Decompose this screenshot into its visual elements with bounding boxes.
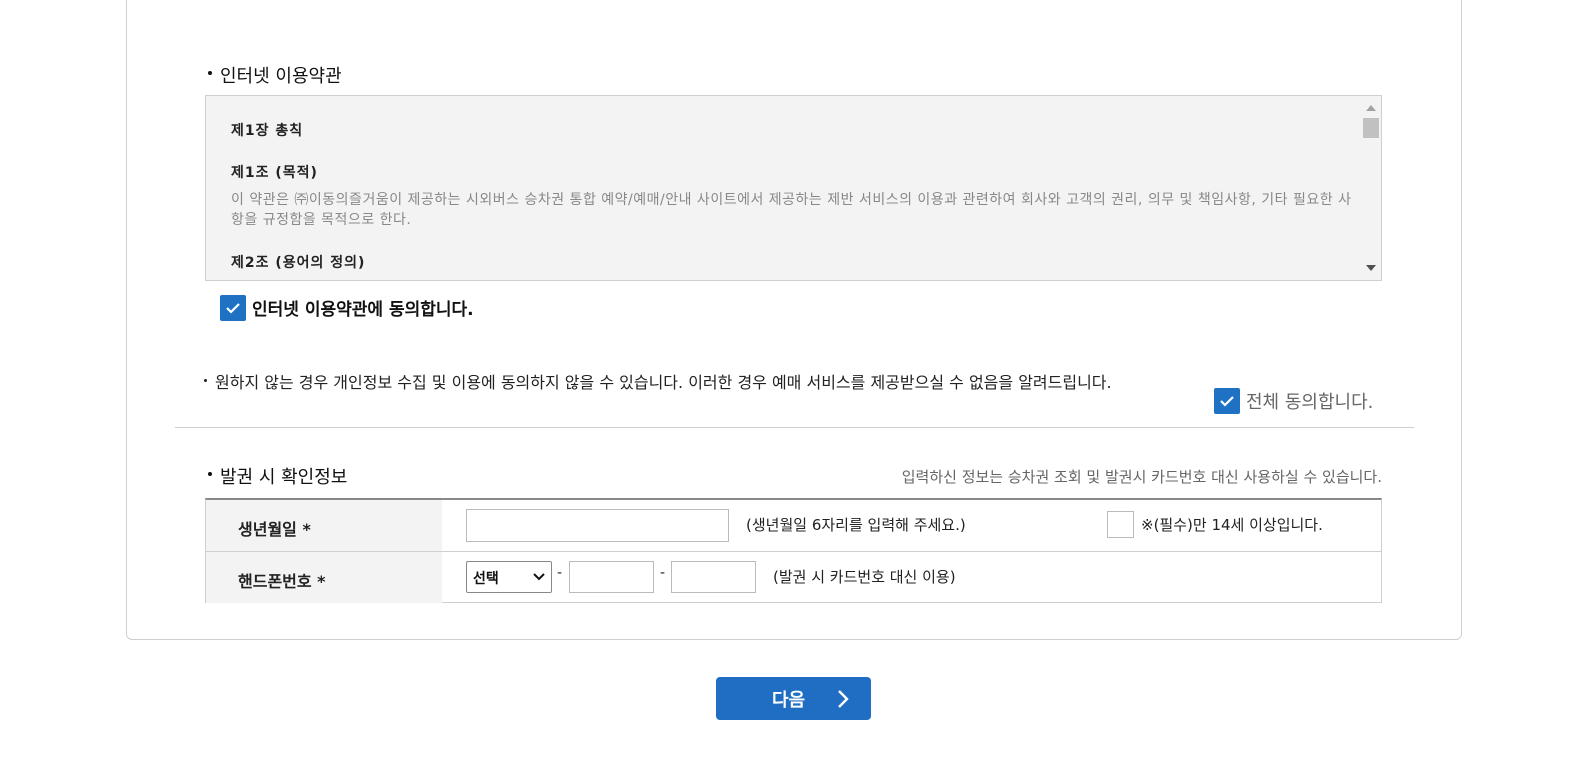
phone-dash: - — [660, 565, 666, 581]
birth-input[interactable] — [466, 509, 729, 542]
terms-section-title: 인터넷 이용약관 — [208, 62, 342, 88]
verify-section-title: 발권 시 확인정보 — [208, 463, 347, 489]
phone-middle-input[interactable] — [569, 561, 654, 593]
next-button-label: 다음 — [772, 690, 806, 711]
phone-prefix-value: 선택 — [473, 571, 499, 587]
phone-prefix-select[interactable]: 선택 — [466, 561, 552, 593]
terms-agree-label[interactable]: 인터넷 이용약관에 동의합니다. — [252, 295, 474, 320]
terms-content: 제1장 총칙 제1조 (목적) 이 약관은 ㈜이동의즐거움이 제공하는 시외버스… — [231, 120, 1356, 272]
birth-label-cell: 생년월일 * — [206, 500, 442, 551]
verify-info-note: 입력하신 정보는 승차권 조회 및 발권시 카드번호 대신 사용하실 수 있습니… — [901, 468, 1382, 486]
phone-dash: - — [557, 565, 563, 581]
age-confirm-checkbox[interactable] — [1107, 511, 1134, 538]
divider — [175, 427, 1414, 428]
check-icon — [1220, 396, 1234, 407]
chevron-right-icon — [838, 690, 849, 708]
agree-all-label[interactable]: 전체 동의합니다. — [1246, 388, 1373, 414]
terms-box[interactable]: 제1장 총칙 제1조 (목적) 이 약관은 ㈜이동의즐거움이 제공하는 시외버스… — [205, 95, 1382, 281]
terms-heading: 제1장 총칙 — [231, 123, 304, 139]
terms-scrollbar[interactable] — [1361, 96, 1381, 280]
check-icon — [226, 303, 240, 314]
phone-label: 핸드폰번호 * — [238, 572, 326, 591]
next-button[interactable]: 다음 — [716, 677, 871, 720]
phone-last-input[interactable] — [671, 561, 756, 593]
agree-all-checkbox[interactable] — [1214, 388, 1240, 414]
scroll-thumb[interactable] — [1363, 118, 1379, 138]
scroll-down-icon[interactable] — [1366, 265, 1376, 271]
birth-row: 생년월일 * (생년월일 6자리를 입력해 주세요.) ※(필수)만 14세 이… — [206, 500, 1381, 552]
terms-agree-checkbox[interactable] — [220, 295, 246, 321]
terms-heading: 제2조 (용어의 정의) — [231, 255, 366, 271]
verify-form: 생년월일 * (생년월일 6자리를 입력해 주세요.) ※(필수)만 14세 이… — [205, 498, 1382, 603]
chevron-down-icon — [533, 573, 545, 581]
phone-hint: (발권 시 카드번호 대신 이용) — [773, 568, 956, 586]
phone-row: 핸드폰번호 * 선택 - - (발권 시 카드번호 대신 이용) — [206, 552, 1381, 603]
age-confirm-label[interactable]: ※(필수)만 14세 이상입니다. — [1141, 514, 1323, 535]
terms-heading: 제1조 (목적) — [231, 165, 318, 181]
terms-paragraph: 이 약관은 ㈜이동의즐거움이 제공하는 시외버스 승차권 통합 예약/예매/안내… — [231, 192, 1352, 228]
birth-label: 생년월일 * — [238, 520, 311, 539]
scroll-up-icon[interactable] — [1366, 105, 1376, 111]
privacy-notice: 원하지 않는 경우 개인정보 수집 및 이용에 동의하지 않을 수 있습니다. … — [204, 369, 1112, 393]
birth-hint: (생년월일 6자리를 입력해 주세요.) — [746, 516, 966, 534]
phone-label-cell: 핸드폰번호 * — [206, 552, 442, 603]
